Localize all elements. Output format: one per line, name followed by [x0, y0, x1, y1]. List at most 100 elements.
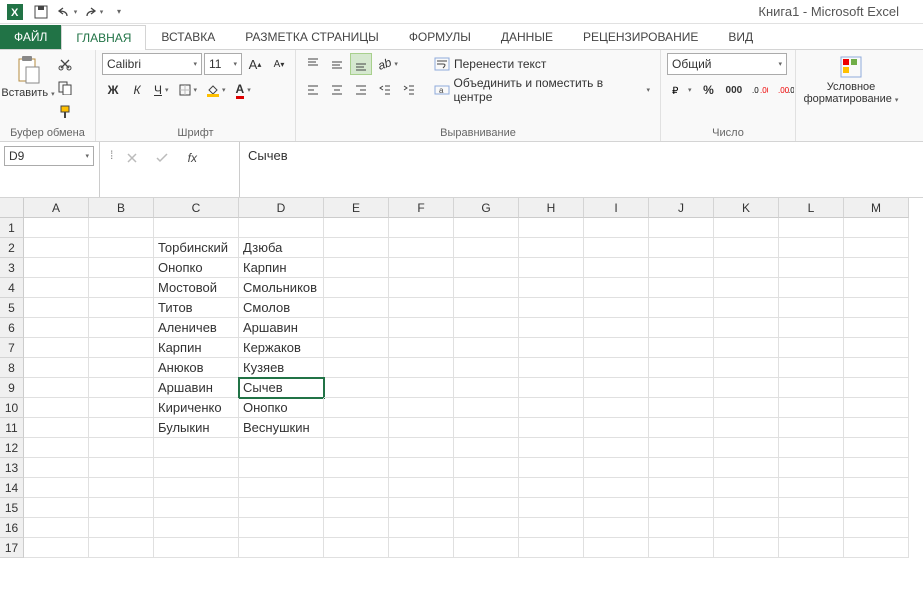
formula-input[interactable]: Сычев: [240, 142, 923, 197]
row-header-13[interactable]: 13: [0, 458, 24, 478]
row-header-9[interactable]: 9: [0, 378, 24, 398]
cell-L2[interactable]: [779, 238, 844, 258]
cell-I9[interactable]: [584, 378, 649, 398]
wrap-text-button[interactable]: Перенести текст: [430, 53, 654, 75]
cell-D7[interactable]: Кержаков: [239, 338, 324, 358]
cell-J16[interactable]: [649, 518, 714, 538]
cell-C6[interactable]: Аленичев: [154, 318, 239, 338]
align-top-button[interactable]: [302, 53, 324, 75]
cell-D8[interactable]: Кузяев: [239, 358, 324, 378]
cell-C7[interactable]: Карпин: [154, 338, 239, 358]
cell-I11[interactable]: [584, 418, 649, 438]
col-header-E[interactable]: E: [324, 198, 389, 218]
cell-D13[interactable]: [239, 458, 324, 478]
cell-D14[interactable]: [239, 478, 324, 498]
cell-K16[interactable]: [714, 518, 779, 538]
cell-K12[interactable]: [714, 438, 779, 458]
cell-J3[interactable]: [649, 258, 714, 278]
cell-M10[interactable]: [844, 398, 909, 418]
tab-home[interactable]: ГЛАВНАЯ: [61, 25, 146, 50]
cell-I17[interactable]: [584, 538, 649, 558]
cell-M11[interactable]: [844, 418, 909, 438]
cell-F16[interactable]: [389, 518, 454, 538]
row-header-11[interactable]: 11: [0, 418, 24, 438]
cell-E10[interactable]: [324, 398, 389, 418]
col-header-K[interactable]: K: [714, 198, 779, 218]
cell-I13[interactable]: [584, 458, 649, 478]
cell-D2[interactable]: Дзюба: [239, 238, 324, 258]
cell-G8[interactable]: [454, 358, 519, 378]
align-bottom-button[interactable]: [350, 53, 372, 75]
cell-J17[interactable]: [649, 538, 714, 558]
cell-J10[interactable]: [649, 398, 714, 418]
col-header-M[interactable]: M: [844, 198, 909, 218]
cell-I5[interactable]: [584, 298, 649, 318]
cell-D4[interactable]: Смольников: [239, 278, 324, 298]
cell-D17[interactable]: [239, 538, 324, 558]
cell-A2[interactable]: [24, 238, 89, 258]
cell-F13[interactable]: [389, 458, 454, 478]
cell-M4[interactable]: [844, 278, 909, 298]
cell-G17[interactable]: [454, 538, 519, 558]
italic-button[interactable]: К: [126, 79, 148, 101]
cell-G9[interactable]: [454, 378, 519, 398]
cell-H7[interactable]: [519, 338, 584, 358]
underline-button[interactable]: Ч▾: [150, 79, 173, 101]
cell-G10[interactable]: [454, 398, 519, 418]
cell-F17[interactable]: [389, 538, 454, 558]
excel-icon[interactable]: X: [4, 2, 26, 22]
cell-G6[interactable]: [454, 318, 519, 338]
cell-B1[interactable]: [89, 218, 154, 238]
cell-M17[interactable]: [844, 538, 909, 558]
cell-H8[interactable]: [519, 358, 584, 378]
shrink-font-button[interactable]: A▾: [268, 53, 290, 75]
cell-G16[interactable]: [454, 518, 519, 538]
cell-E9[interactable]: [324, 378, 389, 398]
cut-button[interactable]: [54, 53, 76, 75]
cell-E12[interactable]: [324, 438, 389, 458]
cell-C14[interactable]: [154, 478, 239, 498]
cell-M2[interactable]: [844, 238, 909, 258]
col-header-F[interactable]: F: [389, 198, 454, 218]
cell-K5[interactable]: [714, 298, 779, 318]
row-header-12[interactable]: 12: [0, 438, 24, 458]
cell-J12[interactable]: [649, 438, 714, 458]
tab-view[interactable]: ВИД: [713, 24, 768, 49]
cell-H16[interactable]: [519, 518, 584, 538]
cell-K17[interactable]: [714, 538, 779, 558]
align-right-button[interactable]: [350, 79, 372, 101]
cell-G1[interactable]: [454, 218, 519, 238]
cell-B13[interactable]: [89, 458, 154, 478]
cell-C3[interactable]: Онопко: [154, 258, 239, 278]
font-size-select[interactable]: 11▾: [204, 53, 242, 75]
col-header-C[interactable]: C: [154, 198, 239, 218]
row-header-4[interactable]: 4: [0, 278, 24, 298]
cell-L12[interactable]: [779, 438, 844, 458]
cell-A5[interactable]: [24, 298, 89, 318]
font-name-select[interactable]: Calibri▾: [102, 53, 202, 75]
cell-I15[interactable]: [584, 498, 649, 518]
cell-F11[interactable]: [389, 418, 454, 438]
cell-B11[interactable]: [89, 418, 154, 438]
cell-H15[interactable]: [519, 498, 584, 518]
cell-E1[interactable]: [324, 218, 389, 238]
cell-I4[interactable]: [584, 278, 649, 298]
align-center-button[interactable]: [326, 79, 348, 101]
comma-button[interactable]: 000: [722, 79, 747, 101]
increase-indent-button[interactable]: [398, 79, 420, 101]
cell-M1[interactable]: [844, 218, 909, 238]
cell-I6[interactable]: [584, 318, 649, 338]
tab-formulas[interactable]: ФОРМУЛЫ: [394, 24, 486, 49]
cell-E7[interactable]: [324, 338, 389, 358]
tab-file[interactable]: ФАЙЛ: [0, 25, 61, 49]
cell-B12[interactable]: [89, 438, 154, 458]
col-header-J[interactable]: J: [649, 198, 714, 218]
cell-J2[interactable]: [649, 238, 714, 258]
cell-G12[interactable]: [454, 438, 519, 458]
cell-J15[interactable]: [649, 498, 714, 518]
cell-A4[interactable]: [24, 278, 89, 298]
cell-H2[interactable]: [519, 238, 584, 258]
cell-J8[interactable]: [649, 358, 714, 378]
cell-J9[interactable]: [649, 378, 714, 398]
cell-E5[interactable]: [324, 298, 389, 318]
